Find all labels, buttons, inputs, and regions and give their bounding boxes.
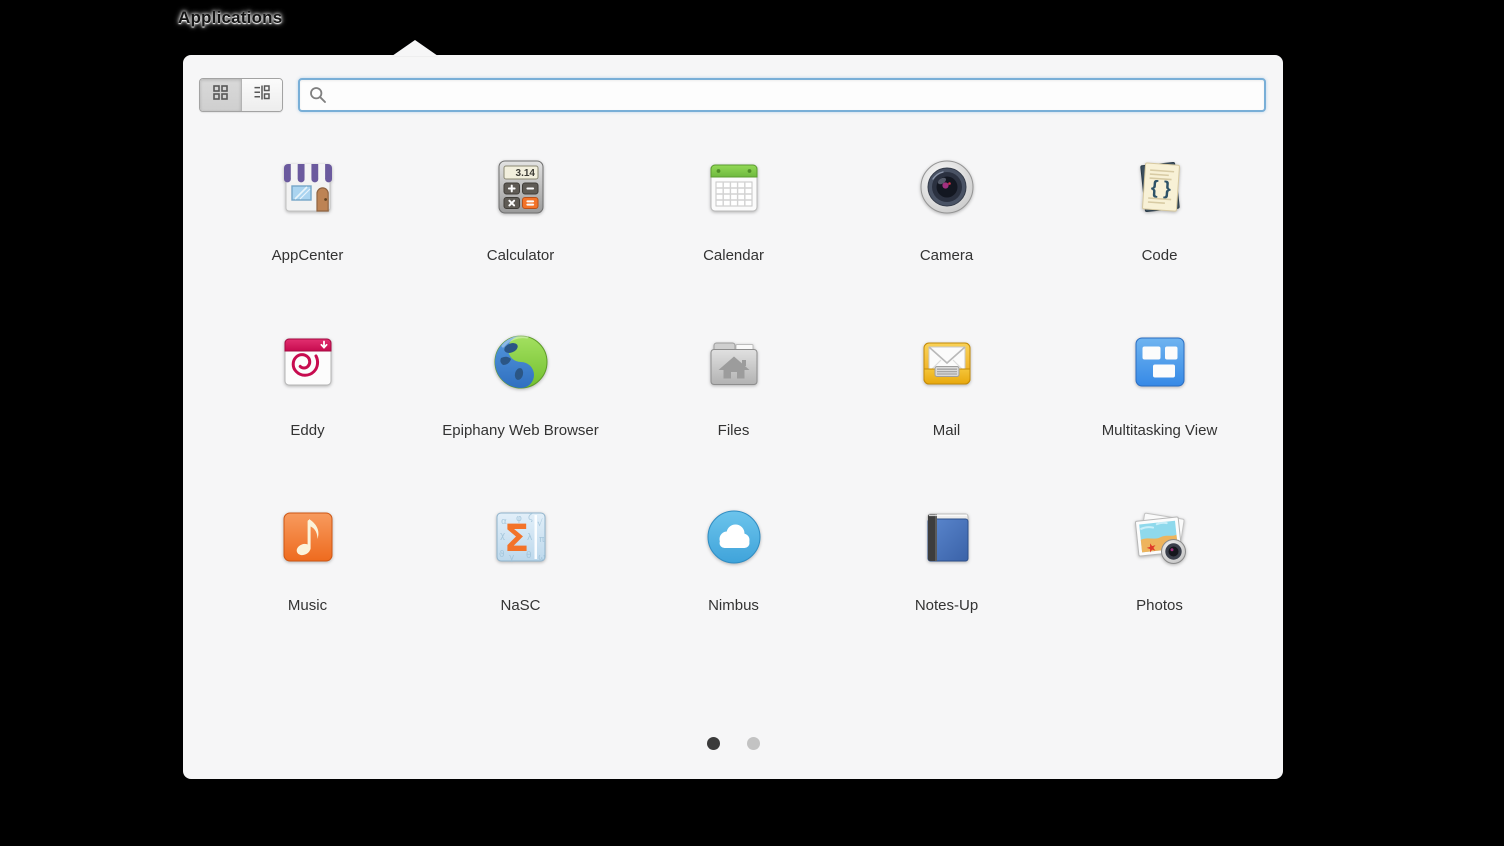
app-label: Epiphany Web Browser <box>442 422 598 439</box>
app-item-epiphany[interactable]: Epiphany Web Browser <box>414 330 627 505</box>
app-item-files[interactable]: Files <box>627 330 840 505</box>
app-item-appcenter[interactable]: AppCenter <box>201 155 414 330</box>
nimbus-cloud-icon <box>702 505 766 569</box>
app-label: Nimbus <box>708 597 759 614</box>
music-note-icon <box>276 505 340 569</box>
notesup-book-icon <box>915 505 979 569</box>
epiphany-globe-icon <box>489 330 553 394</box>
app-label: Files <box>718 422 750 439</box>
app-item-multitasking[interactable]: Multitasking View <box>1053 330 1266 505</box>
mail-inbox-icon <box>915 330 979 394</box>
camera-lens-icon <box>915 155 979 219</box>
app-item-calendar[interactable]: Calendar <box>627 155 840 330</box>
app-item-eddy[interactable]: Eddy <box>201 330 414 505</box>
search-icon <box>309 86 327 104</box>
page-dot-2[interactable] <box>747 737 760 750</box>
page-indicator <box>183 737 1283 750</box>
grid-view-icon <box>212 84 229 106</box>
code-braces-icon: { } <box>1128 155 1192 219</box>
app-item-photos[interactable]: ★ Photos <box>1053 505 1266 680</box>
app-label: Code <box>1142 247 1178 264</box>
calendar-icon <box>702 155 766 219</box>
category-view-button[interactable] <box>241 79 282 111</box>
app-label: Calendar <box>703 247 764 264</box>
search-input[interactable] <box>336 86 1255 105</box>
app-item-camera[interactable]: Camera <box>840 155 1053 330</box>
panel-applications-button[interactable]: Applications <box>178 8 282 28</box>
app-label: Calculator <box>487 247 555 264</box>
app-label: Eddy <box>290 422 324 439</box>
app-item-mail[interactable]: Mail <box>840 330 1053 505</box>
calculator-icon: 3.14 <box>489 155 553 219</box>
app-item-nimbus[interactable]: Nimbus <box>627 505 840 680</box>
eddy-debian-swirl-icon <box>276 330 340 394</box>
svg-text:3.14: 3.14 <box>515 168 535 179</box>
svg-text:Σ: Σ <box>504 517 529 560</box>
nasc-sigma-icon: αφζ√ χλπ ϑγθω Σ <box>489 505 553 569</box>
svg-text:ω: ω <box>538 553 546 563</box>
svg-text:{ }: { } <box>1150 177 1172 199</box>
app-item-notesup[interactable]: Notes-Up <box>840 505 1053 680</box>
page-dot-1[interactable] <box>707 737 720 750</box>
app-label: Photos <box>1136 597 1183 614</box>
app-item-nasc[interactable]: αφζ√ χλπ ϑγθω Σ NaSC <box>414 505 627 680</box>
search-entry[interactable] <box>298 78 1266 112</box>
svg-text:π: π <box>539 535 545 545</box>
app-label: Notes-Up <box>915 597 978 614</box>
launcher-toolbar <box>199 78 1266 112</box>
app-launcher-popover: AppCenter 3.14 <box>183 55 1283 779</box>
app-label: AppCenter <box>272 247 344 264</box>
app-item-calculator[interactable]: 3.14 Calculator <box>414 155 627 330</box>
files-folder-icon <box>702 330 766 394</box>
multitasking-windows-icon <box>1128 330 1192 394</box>
svg-text:√: √ <box>537 518 543 529</box>
popover-arrow <box>392 40 438 56</box>
grid-view-button[interactable] <box>200 79 241 111</box>
app-item-music[interactable]: Music <box>201 505 414 680</box>
app-label: Camera <box>920 247 973 264</box>
category-view-icon <box>253 84 271 106</box>
app-grid: AppCenter 3.14 <box>201 155 1266 680</box>
app-label: NaSC <box>500 597 540 614</box>
app-item-code[interactable]: { } Code <box>1053 155 1266 330</box>
app-label: Mail <box>933 422 961 439</box>
appcenter-storefront-icon <box>276 155 340 219</box>
photos-stack-icon: ★ <box>1128 505 1192 569</box>
app-label: Music <box>288 597 327 614</box>
view-mode-toggle <box>199 78 283 112</box>
app-label: Multitasking View <box>1102 422 1218 439</box>
